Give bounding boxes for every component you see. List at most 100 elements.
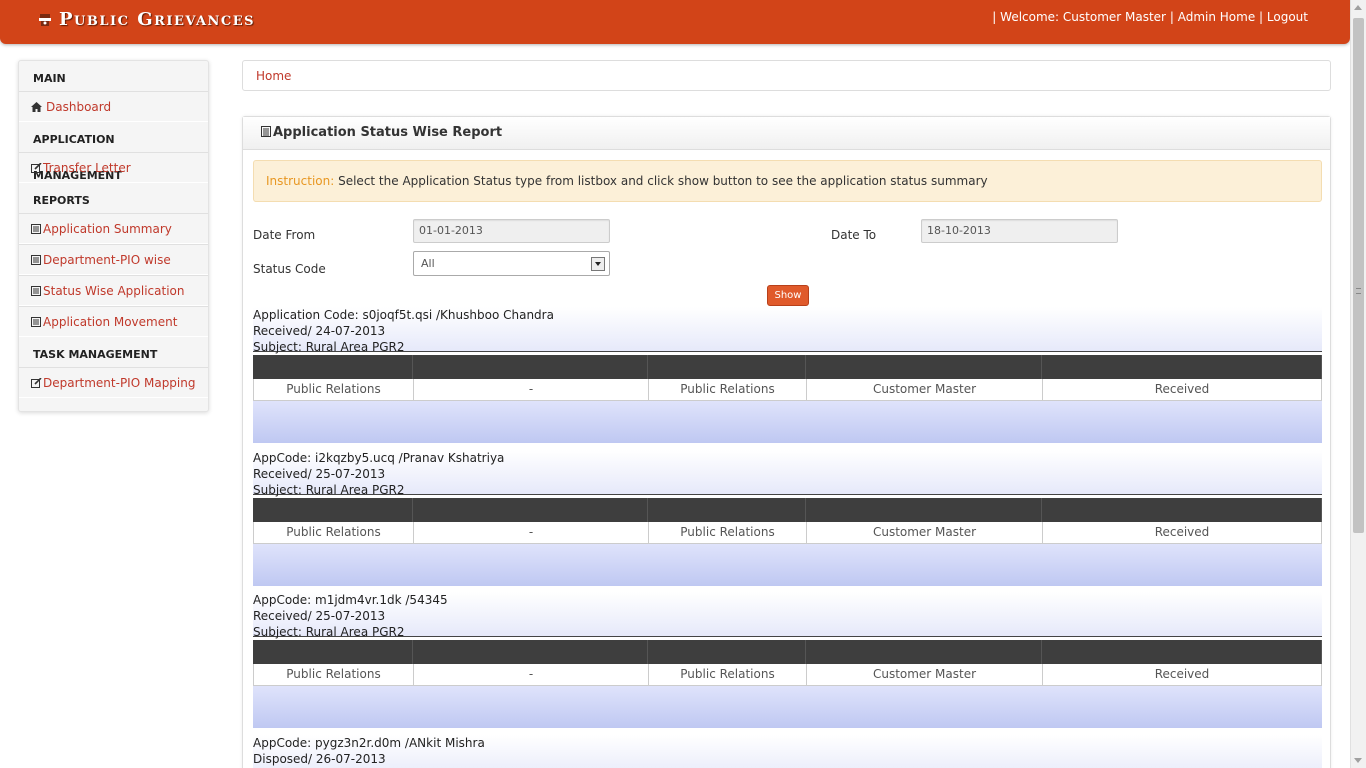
list-icon <box>31 254 41 265</box>
status-code-value: All <box>421 257 435 270</box>
table-row: Public Relations - Public Relations Cust… <box>253 522 1322 544</box>
vertical-scrollbar[interactable] <box>1350 0 1366 768</box>
report-title: Application Status Wise Report <box>273 125 503 140</box>
record-subject: Subject: Rural Area PGR2 <box>253 483 405 497</box>
scrollbar-thumb[interactable] <box>1353 18 1364 533</box>
cell-pio: - <box>414 522 649 543</box>
record-item: AppCode: pygz3n2r.d0m /ANkit Mishra Disp… <box>253 735 1322 768</box>
sidebar-item-label: Department-PIO wise <box>43 252 171 267</box>
cell-department: Public Relations <box>254 379 414 400</box>
show-button[interactable]: Show <box>767 285 809 306</box>
record-received: Received/ 24-07-2013 <box>253 324 386 338</box>
edit-icon <box>31 376 42 388</box>
chevron-down-icon[interactable] <box>591 257 605 271</box>
record-code: Application Code: s0joqf5t.qsi /Khushboo… <box>253 308 554 322</box>
record-item: AppCode: i2kqzby5.ucq /Pranav Kshatriya … <box>253 450 1322 586</box>
nav-header-application-management: APPLICATION MANAGEMENT <box>33 133 122 182</box>
date-to-label: Date To <box>831 228 877 242</box>
user-links: | Welcome: Customer Master | Admin Home … <box>992 10 1308 24</box>
sidebar-item-application-summary[interactable]: Application Summary <box>19 213 208 244</box>
date-from-input[interactable]: 01-01-2013 <box>413 219 610 243</box>
record-code: AppCode: m1jdm4vr.1dk /54345 <box>253 593 448 607</box>
cell-status: Received <box>1154 525 1210 539</box>
cell-user: Customer Master <box>807 522 1043 543</box>
cell-from-department: Public Relations <box>649 664 807 685</box>
separator: | <box>1259 10 1264 24</box>
sidebar-item-department-pio-wise[interactable]: Department-PIO wise <box>19 244 208 275</box>
status-code-select[interactable]: All <box>413 251 610 276</box>
list-icon <box>261 117 271 149</box>
logout-link[interactable]: Logout <box>1267 10 1308 24</box>
cell-status: Received <box>1154 382 1210 396</box>
table-row: Public Relations - Public Relations Cust… <box>253 379 1322 401</box>
brand-title: Public Grievances <box>59 9 256 30</box>
record-footer <box>253 544 1322 586</box>
home-icon <box>31 101 42 112</box>
admin-home-link[interactable]: Admin Home <box>1178 10 1256 24</box>
sidebar-item-label: Transfer Letter <box>43 160 131 175</box>
breadcrumb: Home <box>242 60 1331 91</box>
record-table-header <box>253 498 1322 522</box>
date-from-label: Date From <box>253 228 316 242</box>
record-item: Application Code: s0joqf5t.qsi /Khushboo… <box>253 307 1322 443</box>
instruction-text: Select the Application Status type from … <box>334 174 988 188</box>
record-table-header <box>253 355 1322 379</box>
instruction-alert: Instruction: Select the Application Stat… <box>253 160 1322 202</box>
list-icon <box>31 285 41 296</box>
list-icon <box>31 316 41 327</box>
cell-pio: - <box>414 379 649 400</box>
sidebar-item-label: Application Movement <box>43 314 178 329</box>
breadcrumb-home-link[interactable]: Home <box>256 69 291 83</box>
list-icon <box>31 223 41 234</box>
sidebar-item-dashboard[interactable]: Dashboard <box>19 91 208 122</box>
nav-header-task-management: TASK MANAGEMENT <box>33 348 158 361</box>
cell-from-department: Public Relations <box>649 522 807 543</box>
cell-status: Received <box>1154 667 1210 681</box>
record-info: AppCode: m1jdm4vr.1dk /54345 Received/ 2… <box>253 592 1322 639</box>
cell-department: Public Relations <box>254 522 414 543</box>
emblem-icon <box>39 13 51 26</box>
instruction-label: Instruction: <box>266 174 335 188</box>
cell-pio: - <box>414 664 649 685</box>
record-footer <box>253 401 1322 443</box>
edit-icon <box>31 161 42 173</box>
scroll-down-icon[interactable] <box>1354 758 1362 763</box>
record-code: AppCode: pygz3n2r.d0m /ANkit Mishra <box>253 736 485 750</box>
scroll-up-icon[interactable] <box>1354 5 1362 10</box>
report-header: Application Status Wise Report <box>243 117 1330 150</box>
brand[interactable]: Public Grievances <box>37 9 255 30</box>
cell-from-department: Public Relations <box>649 379 807 400</box>
sidebar-item-application-movement[interactable]: Application Movement <box>19 306 208 337</box>
separator: | <box>1169 10 1174 24</box>
date-to-input[interactable]: 18-10-2013 <box>921 219 1118 243</box>
nav-header-main: MAIN <box>33 72 66 85</box>
sidebar-item-label: Application Summary <box>43 221 172 236</box>
record-footer <box>253 686 1322 728</box>
status-code-label: Status Code <box>253 262 326 276</box>
sidebar-item-label: Dashboard <box>46 99 112 114</box>
record-info: AppCode: i2kqzby5.ucq /Pranav Kshatriya … <box>253 450 1322 497</box>
top-navbar: Public Grievances | Welcome: Customer Ma… <box>0 0 1350 44</box>
record-subject: Subject: Rural Area PGR2 <box>253 340 405 354</box>
sidebar-item-status-wise-application[interactable]: Status Wise Application <box>19 275 208 306</box>
separator: | <box>992 10 997 24</box>
record-info: AppCode: pygz3n2r.d0m /ANkit Mishra Disp… <box>253 735 1322 768</box>
record-subject: Subject: Rural Area PGR2 <box>253 625 405 639</box>
sidebar-item-department-pio-mapping[interactable]: Department-PIO Mapping <box>19 367 208 398</box>
record-received: Received/ 25-07-2013 <box>253 609 386 623</box>
cell-user: Customer Master <box>807 664 1043 685</box>
report-box: Application Status Wise Report Instructi… <box>242 116 1331 768</box>
sidebar-item-label: Status Wise Application <box>43 283 185 298</box>
record-code: AppCode: i2kqzby5.ucq /Pranav Kshatriya <box>253 451 505 465</box>
record-info: Application Code: s0joqf5t.qsi /Khushboo… <box>253 307 1322 354</box>
table-row: Public Relations - Public Relations Cust… <box>253 664 1322 686</box>
record-received: Disposed/ 26-07-2013 <box>253 752 386 766</box>
welcome-link[interactable]: Welcome: Customer Master <box>1000 10 1166 24</box>
grip-icon <box>1356 288 1361 294</box>
cell-department: Public Relations <box>254 664 414 685</box>
record-item: AppCode: m1jdm4vr.1dk /54345 Received/ 2… <box>253 592 1322 728</box>
sidebar-item-label: Department-PIO Mapping <box>43 375 196 390</box>
sidebar: MAIN Dashboard APPLICATION MANAGEMENT Tr… <box>18 60 209 412</box>
cell-user: Customer Master <box>807 379 1043 400</box>
record-table-header <box>253 640 1322 664</box>
